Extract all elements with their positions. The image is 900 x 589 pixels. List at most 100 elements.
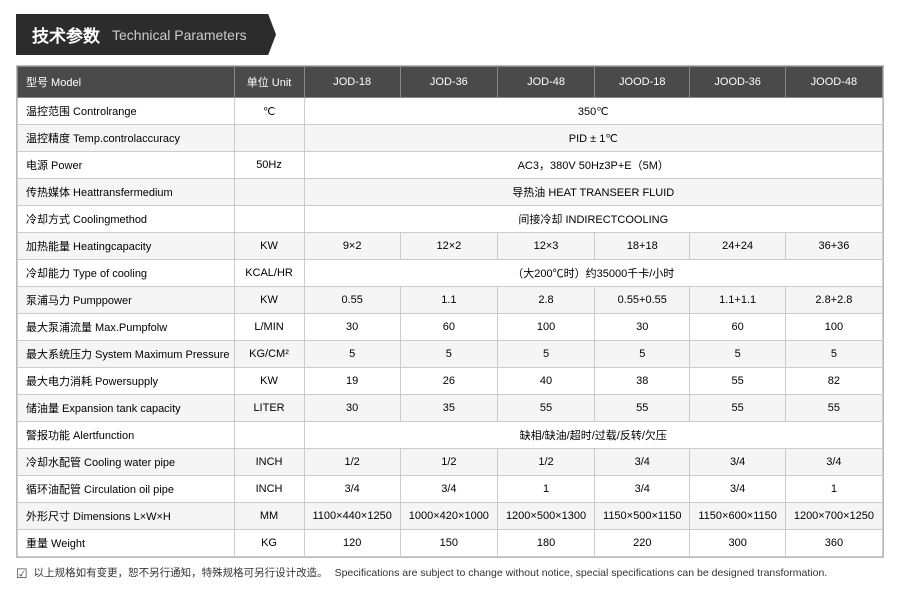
param-value: 3/4 bbox=[595, 476, 690, 503]
param-unit: ℃ bbox=[234, 98, 304, 125]
param-value: 5 bbox=[497, 341, 594, 368]
col-model: 型号 Model bbox=[18, 67, 235, 98]
footer-note-text: 以上规格如有变更，恕不另行通知，特殊规格可另行设计改造。 Specificati… bbox=[34, 566, 832, 582]
param-unit: KW bbox=[234, 368, 304, 395]
param-value: 55 bbox=[595, 395, 690, 422]
param-unit: KG/CM² bbox=[234, 341, 304, 368]
param-value: 55 bbox=[690, 395, 785, 422]
param-value: 1.1+1.1 bbox=[690, 287, 785, 314]
param-span-value: 350℃ bbox=[304, 98, 882, 125]
header-title-en: Technical Parameters bbox=[112, 27, 247, 43]
table-row: 警报功能 Alertfunction缺相/缺油/超时/过载/反转/欠压 bbox=[18, 422, 883, 449]
param-name: 外形尺寸 Dimensions L×W×H bbox=[18, 503, 235, 530]
col-unit: 单位 Unit bbox=[234, 67, 304, 98]
param-value: 300 bbox=[690, 530, 785, 557]
param-value: 120 bbox=[304, 530, 400, 557]
param-value: 0.55 bbox=[304, 287, 400, 314]
param-unit: 50Hz bbox=[234, 152, 304, 179]
param-name: 温控范围 Controlrange bbox=[18, 98, 235, 125]
param-value: 3/4 bbox=[785, 449, 882, 476]
table-row: 温控范围 Controlrange℃350℃ bbox=[18, 98, 883, 125]
param-value: 1 bbox=[497, 476, 594, 503]
page-wrapper: 技术参数 Technical Parameters 型号 Model 单位 Un… bbox=[0, 0, 900, 582]
table-row: 循环油配管 Circulation oil pipeINCH3/43/413/4… bbox=[18, 476, 883, 503]
param-name: 温控精度 Temp.controlaccuracy bbox=[18, 125, 235, 152]
param-span-value: PID ± 1℃ bbox=[304, 125, 882, 152]
param-value: 3/4 bbox=[400, 476, 497, 503]
table-row: 最大电力消耗 PowersupplyKW192640385582 bbox=[18, 368, 883, 395]
param-value: 55 bbox=[690, 368, 785, 395]
table-row: 泵浦马力 PumppowerKW0.551.12.80.55+0.551.1+1… bbox=[18, 287, 883, 314]
param-value: 38 bbox=[595, 368, 690, 395]
param-value: 100 bbox=[497, 314, 594, 341]
footer-note-en: Specifications are subject to change wit… bbox=[335, 567, 828, 579]
param-value: 1100×440×1250 bbox=[304, 503, 400, 530]
param-value: 24+24 bbox=[690, 233, 785, 260]
table-row: 最大泵浦流量 Max.PumpfolwL/MIN30601003060100 bbox=[18, 314, 883, 341]
param-name: 加热能量 Heatingcapacity bbox=[18, 233, 235, 260]
param-unit: KG bbox=[234, 530, 304, 557]
param-value: 55 bbox=[785, 395, 882, 422]
param-value: 30 bbox=[595, 314, 690, 341]
param-value: 1/2 bbox=[497, 449, 594, 476]
table-row: 传热媒体 Heattransfermedium导热油 HEAT TRANSEER… bbox=[18, 179, 883, 206]
param-name: 储油量 Expansion tank capacity bbox=[18, 395, 235, 422]
param-name: 冷却水配管 Cooling water pipe bbox=[18, 449, 235, 476]
footer-note-zh: 以上规格如有变更，恕不另行通知，特殊规格可另行设计改造。 bbox=[34, 567, 328, 579]
param-value: 1150×500×1150 bbox=[595, 503, 690, 530]
tech-params-table: 型号 Model 单位 Unit JOD-18 JOD-36 JOD-48 JO… bbox=[17, 66, 883, 557]
param-unit: MM bbox=[234, 503, 304, 530]
param-value: 5 bbox=[595, 341, 690, 368]
param-value: 1150×600×1150 bbox=[690, 503, 785, 530]
col-jod18: JOD-18 bbox=[304, 67, 400, 98]
param-unit: KW bbox=[234, 287, 304, 314]
param-value: 1/2 bbox=[304, 449, 400, 476]
param-unit: KCAL/HR bbox=[234, 260, 304, 287]
param-value: 40 bbox=[497, 368, 594, 395]
table-row: 储油量 Expansion tank capacityLITER30355555… bbox=[18, 395, 883, 422]
footer-note: ☑ 以上规格如有变更，恕不另行通知，特殊规格可另行设计改造。 Specifica… bbox=[16, 566, 884, 582]
param-value: 5 bbox=[304, 341, 400, 368]
param-name: 警报功能 Alertfunction bbox=[18, 422, 235, 449]
table-row: 电源 Power50HzAC3，380V 50Hz3P+E（5M） bbox=[18, 152, 883, 179]
param-unit: L/MIN bbox=[234, 314, 304, 341]
param-value: 12×2 bbox=[400, 233, 497, 260]
header-title-zh: 技术参数 bbox=[32, 22, 100, 47]
param-value: 2.8 bbox=[497, 287, 594, 314]
param-value: 3/4 bbox=[595, 449, 690, 476]
param-unit: INCH bbox=[234, 449, 304, 476]
param-value: 12×3 bbox=[497, 233, 594, 260]
table-row: 加热能量 HeatingcapacityKW9×212×212×318+1824… bbox=[18, 233, 883, 260]
param-value: 1000×420×1000 bbox=[400, 503, 497, 530]
tech-params-table-container: 型号 Model 单位 Unit JOD-18 JOD-36 JOD-48 JO… bbox=[16, 65, 884, 558]
param-value: 60 bbox=[690, 314, 785, 341]
col-jod36: JOD-36 bbox=[400, 67, 497, 98]
param-value: 1200×700×1250 bbox=[785, 503, 882, 530]
param-unit bbox=[234, 125, 304, 152]
param-value: 19 bbox=[304, 368, 400, 395]
param-value: 100 bbox=[785, 314, 882, 341]
param-value: 180 bbox=[497, 530, 594, 557]
col-jod48: JOD-48 bbox=[497, 67, 594, 98]
table-row: 温控精度 Temp.controlaccuracy PID ± 1℃ bbox=[18, 125, 883, 152]
param-name: 最大电力消耗 Powersupply bbox=[18, 368, 235, 395]
param-unit: INCH bbox=[234, 476, 304, 503]
param-name: 传热媒体 Heattransfermedium bbox=[18, 179, 235, 206]
table-header-row: 型号 Model 单位 Unit JOD-18 JOD-36 JOD-48 JO… bbox=[18, 67, 883, 98]
param-name: 最大泵浦流量 Max.Pumpfolw bbox=[18, 314, 235, 341]
param-value: 82 bbox=[785, 368, 882, 395]
table-row: 冷却能力 Type of coolingKCAL/HR（大200℃时）约3500… bbox=[18, 260, 883, 287]
param-value: 1.1 bbox=[400, 287, 497, 314]
param-unit: KW bbox=[234, 233, 304, 260]
param-name: 冷却能力 Type of cooling bbox=[18, 260, 235, 287]
param-name: 重量 Weight bbox=[18, 530, 235, 557]
table-row: 冷却方式 Coolingmethod间接冷却 INDIRECTCOOLING bbox=[18, 206, 883, 233]
col-jood48: JOOD-48 bbox=[785, 67, 882, 98]
param-value: 9×2 bbox=[304, 233, 400, 260]
check-icon: ☑ bbox=[16, 566, 28, 582]
param-value: 360 bbox=[785, 530, 882, 557]
col-jood18: JOOD-18 bbox=[595, 67, 690, 98]
param-value: 1 bbox=[785, 476, 882, 503]
param-value: 0.55+0.55 bbox=[595, 287, 690, 314]
param-value: 30 bbox=[304, 395, 400, 422]
